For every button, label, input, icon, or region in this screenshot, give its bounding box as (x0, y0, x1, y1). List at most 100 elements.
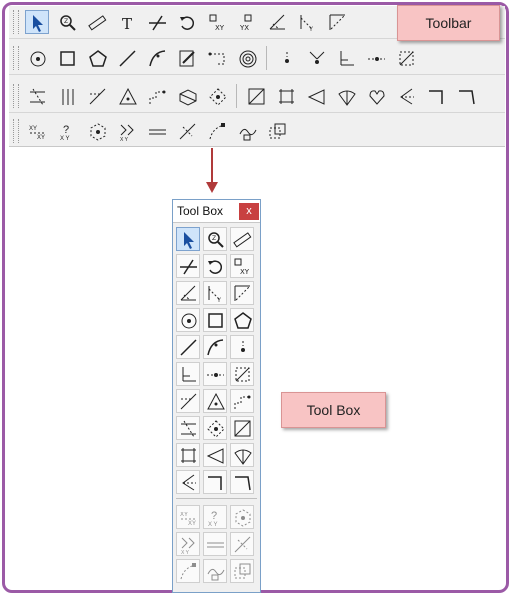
dash-rect-icon (178, 445, 199, 466)
toolbar-grip[interactable] (13, 84, 19, 108)
diamond-arrows-button[interactable] (205, 84, 229, 108)
double-line-button[interactable] (203, 532, 227, 556)
triangle-left-button[interactable] (304, 84, 328, 108)
line-button[interactable] (176, 335, 200, 359)
bracket-left-button[interactable] (176, 470, 200, 494)
corner-right-button[interactable] (203, 470, 227, 494)
square-diag-button[interactable] (230, 416, 254, 440)
zoom-button[interactable]: Z (55, 10, 79, 34)
triangle-left-button[interactable] (203, 443, 227, 467)
circle-target-button[interactable] (176, 308, 200, 332)
scale-xy-2-button[interactable]: Y (203, 281, 227, 305)
xy-swap-button[interactable]: XY (205, 10, 229, 34)
close-button[interactable]: x (239, 202, 259, 220)
svg-text:X Y: X Y (60, 136, 70, 142)
heart-node-button[interactable] (364, 84, 388, 108)
spread-arrows-button[interactable] (25, 84, 49, 108)
dash-squares-button[interactable] (230, 559, 254, 583)
double-line-button[interactable] (145, 119, 169, 143)
corner-down-button[interactable] (230, 470, 254, 494)
corner-axis-button[interactable] (334, 46, 358, 70)
square-button[interactable] (55, 46, 79, 70)
point-snap-button[interactable] (274, 46, 298, 70)
toolbar-grip[interactable] (13, 46, 19, 70)
undo-rotate-button[interactable] (203, 254, 227, 278)
line-button[interactable] (115, 46, 139, 70)
fan-button[interactable] (230, 443, 254, 467)
dash-line-point-button[interactable] (364, 46, 388, 70)
cube-button[interactable] (175, 84, 199, 108)
text-button[interactable]: T (115, 10, 139, 34)
scale-xy-button[interactable] (265, 10, 289, 34)
select-arrow-button[interactable] (176, 227, 200, 251)
corner-down-button[interactable] (454, 84, 478, 108)
arrows-xy-button[interactable]: X Y (176, 532, 200, 556)
help-xy-button[interactable]: ? X Y (203, 505, 227, 529)
zoom-button[interactable]: Z (203, 227, 227, 251)
cross-line-button[interactable] (175, 119, 199, 143)
grid-xy-button[interactable]: XY XY (176, 505, 200, 529)
ruler-button[interactable] (85, 10, 109, 34)
dash-rect-button[interactable] (274, 84, 298, 108)
toolbar-row-3 (9, 80, 505, 113)
undo-rotate-button[interactable] (175, 10, 199, 34)
fence-button[interactable] (55, 84, 79, 108)
triangle-node-button[interactable] (115, 84, 139, 108)
svg-text:Y: Y (309, 27, 313, 33)
dash-shape-button[interactable] (205, 46, 229, 70)
circle-target-button[interactable] (25, 46, 49, 70)
diamond-arrows-button[interactable] (203, 416, 227, 440)
curve-node-button[interactable] (205, 119, 229, 143)
y-swap-button[interactable]: YX (235, 10, 259, 34)
corner-right-button[interactable] (424, 84, 448, 108)
toolbar-grip[interactable] (13, 10, 19, 34)
scale-diagonal-button[interactable] (230, 281, 254, 305)
dash-line-point-button[interactable] (203, 362, 227, 386)
curve-edit-button[interactable] (203, 335, 227, 359)
grid-xy-button[interactable]: XY XY (25, 119, 49, 143)
svg-text:?: ? (63, 124, 69, 136)
scale-diagonal-button[interactable] (325, 10, 349, 34)
point-down-button[interactable] (304, 46, 328, 70)
scale-xy-2-button[interactable]: Y (295, 10, 319, 34)
break-line-button[interactable] (176, 254, 200, 278)
expand-arrows-button[interactable] (85, 84, 109, 108)
pentagon-button[interactable] (230, 308, 254, 332)
hex-node-button[interactable] (230, 505, 254, 529)
cross-line-button[interactable] (230, 532, 254, 556)
dash-box-button[interactable] (394, 46, 418, 70)
spiral-button[interactable] (235, 46, 259, 70)
toolbox-titlebar[interactable]: Tool Box x (173, 200, 260, 223)
pencil-edit-button[interactable] (175, 46, 199, 70)
undo-rotate-icon (177, 12, 198, 33)
arrows-xy-button[interactable]: X Y (115, 119, 139, 143)
dash-box-button[interactable] (230, 362, 254, 386)
xy-swap-button[interactable]: XY (230, 254, 254, 278)
square-button[interactable] (203, 308, 227, 332)
fan-button[interactable] (334, 84, 358, 108)
scale-xy-button[interactable] (176, 281, 200, 305)
toolbar-grip[interactable] (13, 119, 19, 143)
wave-box-button[interactable] (235, 119, 259, 143)
curve-node-button[interactable] (176, 559, 200, 583)
step-node-button[interactable] (230, 389, 254, 413)
ruler-button[interactable] (230, 227, 254, 251)
curve-edit-button[interactable] (145, 46, 169, 70)
hex-node-button[interactable] (85, 119, 109, 143)
spread-arrows-button[interactable] (176, 416, 200, 440)
dash-squares-button[interactable] (265, 119, 289, 143)
corner-down-icon (232, 472, 253, 493)
help-xy-button[interactable]: ? X Y (55, 119, 79, 143)
pentagon-button[interactable] (85, 46, 109, 70)
bracket-left-button[interactable] (394, 84, 418, 108)
dash-rect-button[interactable] (176, 443, 200, 467)
step-node-button[interactable] (145, 84, 169, 108)
select-arrow-button[interactable] (25, 10, 49, 34)
triangle-node-button[interactable] (203, 389, 227, 413)
square-diag-button[interactable] (244, 84, 268, 108)
expand-arrows-button[interactable] (176, 389, 200, 413)
corner-axis-button[interactable] (176, 362, 200, 386)
break-line-button[interactable] (145, 10, 169, 34)
point-snap-button[interactable] (230, 335, 254, 359)
wave-box-button[interactable] (203, 559, 227, 583)
